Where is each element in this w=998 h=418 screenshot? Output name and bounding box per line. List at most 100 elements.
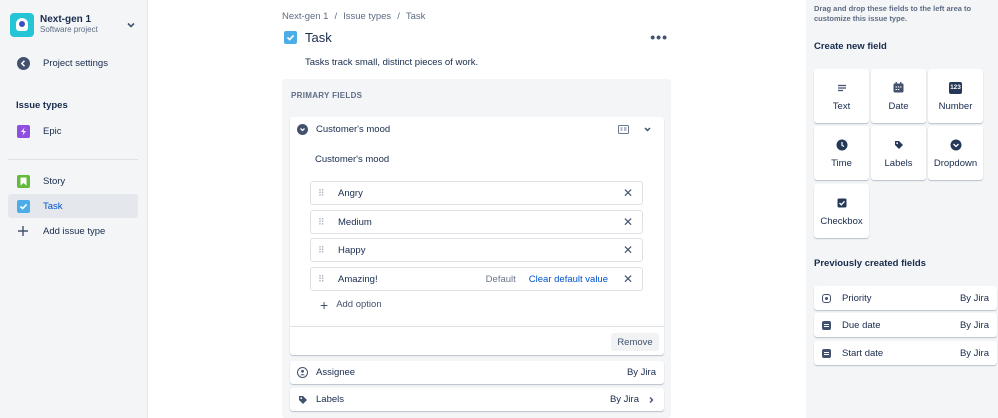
calendar-icon (822, 320, 831, 330)
field-source: By Jira (959, 292, 989, 304)
issue-type-description[interactable]: Tasks track small, distinct pieces of wo… (305, 57, 478, 68)
dropdown-field-tile[interactable]: Dropdown (928, 126, 983, 180)
issue-type-header: Task ••• (284, 29, 668, 45)
field-source: By Jira (609, 394, 639, 405)
time-field-tile[interactable]: Time (814, 126, 869, 180)
field-name-input[interactable]: Customer's mood (315, 154, 389, 165)
story-icon (16, 174, 30, 188)
field-label: Assignee (316, 367, 356, 378)
option-row[interactable]: ⠿ Amazing! Default Clear default value ✕ (310, 267, 643, 291)
task-icon (284, 30, 297, 44)
drag-handle-icon[interactable]: ⠿ (318, 218, 328, 227)
project-avatar-icon (10, 13, 34, 37)
assignee-field-card[interactable]: Assignee By Jira (290, 361, 664, 384)
previous-field-start-date[interactable]: Start date By Jira (814, 341, 997, 365)
sidebar-item-story[interactable]: Story (8, 169, 138, 193)
drag-handle-icon[interactable]: ⠿ (318, 275, 328, 284)
tile-label: Text (832, 100, 851, 112)
breadcrumb-separator: / (397, 11, 400, 22)
option-label[interactable]: Happy (338, 245, 623, 256)
default-badge: Default (485, 273, 516, 285)
sidebar-item-epic[interactable]: Epic (8, 119, 138, 143)
chevron-right-icon[interactable] (647, 396, 655, 404)
plus-icon (16, 224, 30, 238)
project-switcher[interactable]: Next-gen 1 Software project (10, 12, 136, 38)
checkbox-field-tile[interactable]: Checkbox (814, 184, 869, 238)
date-field-tile[interactable]: Date (871, 69, 926, 123)
close-icon[interactable]: ✕ (623, 273, 633, 285)
project-name: Next-gen 1 (40, 14, 92, 25)
sidebar-item-task[interactable]: Task (8, 194, 138, 218)
option-label[interactable]: Medium (338, 217, 623, 228)
previous-field-priority[interactable]: Priority By Jira (814, 286, 997, 310)
field-source: By Jira (959, 347, 989, 359)
field-source: By Jira (959, 319, 989, 331)
number-field-tile[interactable]: 123 Number (928, 69, 983, 123)
breadcrumb-issue-types[interactable]: Issue types (343, 11, 391, 22)
breadcrumb-separator: / (334, 11, 338, 22)
field-description-icon[interactable] (616, 122, 630, 136)
clear-default-link[interactable]: Clear default value (529, 274, 608, 285)
label-tag-icon (894, 138, 904, 152)
sidebar-divider (8, 159, 138, 160)
add-issue-type-button[interactable]: Add issue type (8, 219, 138, 243)
option-label[interactable]: Amazing! (338, 274, 486, 285)
more-actions-icon[interactable]: ••• (650, 30, 668, 44)
clock-icon (836, 138, 848, 152)
number-icon: 123 (948, 81, 963, 95)
add-option-button[interactable]: + Add option (320, 298, 382, 312)
priority-icon (822, 293, 831, 303)
drag-handle-icon[interactable]: ⠿ (318, 246, 328, 255)
project-settings-link[interactable]: Project settings (8, 51, 138, 75)
label-tag-icon (297, 394, 308, 405)
tile-label: Labels (884, 157, 913, 169)
dropdown-field-label: Customer's mood (316, 123, 391, 135)
option-label[interactable]: Angry (338, 188, 623, 199)
chevron-down-icon[interactable] (640, 122, 654, 136)
tile-label: Checkbox (820, 215, 863, 227)
field-label: Due date (842, 319, 881, 331)
drag-hint: Drag and drop these fields to the left a… (814, 4, 972, 23)
field-library-panel: Drag and drop these fields to the left a… (806, 0, 998, 418)
chevron-down-icon[interactable] (126, 20, 136, 30)
task-icon (16, 199, 30, 213)
add-issue-type-label: Add issue type (43, 225, 106, 237)
option-row[interactable]: ⠿ Happy ✕ (310, 238, 643, 262)
option-row[interactable]: ⠿ Angry ✕ (310, 181, 643, 205)
drag-handle-icon[interactable]: ⠿ (318, 189, 328, 198)
field-label: Labels (316, 394, 344, 405)
dropdown-field-header[interactable]: Customer's mood (290, 117, 664, 141)
close-icon[interactable]: ✕ (623, 187, 633, 199)
close-icon[interactable]: ✕ (623, 244, 633, 256)
checkbox-icon (837, 196, 847, 210)
labels-field-card[interactable]: Labels By Jira (290, 388, 664, 411)
previous-field-due-date[interactable]: Due date By Jira (814, 313, 997, 337)
back-arrow-icon (16, 56, 30, 70)
field-label: Priority (842, 292, 872, 304)
project-settings-label: Project settings (43, 57, 108, 69)
tile-label: Time (831, 157, 852, 169)
issue-types-heading: Issue types (16, 100, 68, 111)
dropdown-icon (297, 123, 308, 135)
sidebar-item-label: Task (43, 200, 63, 212)
page-title[interactable]: Task (305, 30, 650, 45)
tile-label: Number (938, 100, 973, 112)
project-type: Software project (40, 25, 98, 34)
primary-fields-heading: PRIMARY FIELDS (291, 91, 363, 100)
close-icon[interactable]: ✕ (623, 216, 633, 228)
epic-icon (16, 124, 30, 138)
breadcrumb: Next-gen 1 / Issue types / Task (282, 11, 425, 22)
text-field-tile[interactable]: Text (814, 69, 869, 123)
create-field-heading: Create new field (814, 41, 887, 52)
card-divider (290, 326, 664, 327)
labels-field-tile[interactable]: Labels (871, 126, 926, 180)
breadcrumb-task[interactable]: Task (406, 11, 426, 22)
text-icon (837, 81, 847, 95)
tile-label: Dropdown (933, 157, 978, 169)
option-row[interactable]: ⠿ Medium ✕ (310, 210, 643, 234)
field-label: Start date (842, 347, 884, 359)
previous-fields-heading: Previously created fields (814, 258, 926, 269)
calendar-icon (893, 81, 904, 95)
remove-button[interactable]: Remove (611, 333, 659, 351)
breadcrumb-project[interactable]: Next-gen 1 (282, 11, 328, 22)
